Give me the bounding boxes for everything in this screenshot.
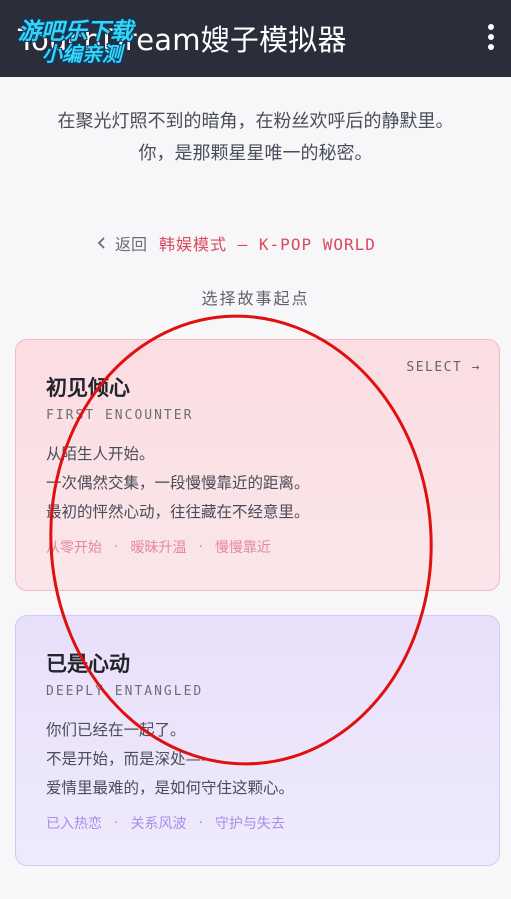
section-heading: 选择故事起点 bbox=[201, 289, 310, 308]
tag-separator: · bbox=[198, 815, 203, 831]
tag-separator: · bbox=[114, 815, 119, 831]
card-tag: 慢慢靠近 bbox=[214, 540, 271, 556]
card-tag: 从零开始 bbox=[46, 540, 102, 556]
top-app-bar: TouchDream嫂子模拟器 bbox=[0, 0, 511, 77]
card-tags: 从零开始 · 暧昧升温 · 慢慢靠近 bbox=[46, 537, 271, 557]
card-description-line: 一次偶然交集，一段慢慢靠近的距离。 bbox=[46, 474, 310, 492]
select-label: SELECT → bbox=[406, 360, 481, 375]
card-title: 初见倾心 bbox=[46, 376, 130, 400]
app-title: TouchDream嫂子模拟器 bbox=[18, 23, 347, 57]
story-card-deeply-entangled[interactable]: 已是心动 DEEPLY ENTANGLED 你们已经在一起了。 不是开始，而是深… bbox=[15, 615, 500, 866]
card-subtitle: DEEPLY ENTANGLED bbox=[46, 684, 204, 699]
back-label: 返回 bbox=[115, 235, 148, 254]
mode-label: 韩娱模式 — K-POP WORLD bbox=[159, 235, 376, 254]
card-tags: 已入热恋 · 关系风波 · 守护与失去 bbox=[46, 813, 285, 833]
card-tag: 关系风波 bbox=[130, 816, 187, 832]
intro-text: 在聚光灯照不到的暗角，在粉丝欢呼后的静默里。 你，是那颗星星唯一的秘密。 bbox=[0, 106, 511, 170]
card-description-line: 最初的怦然心动，往往藏在不经意里。 bbox=[46, 503, 310, 521]
card-title: 已是心动 bbox=[46, 652, 130, 676]
card-description: 你们已经在一起了。 不是开始，而是深处—— 爱情里最难的，是如何守住这颗心。 bbox=[46, 716, 294, 803]
card-subtitle: FIRST ENCOUNTER bbox=[46, 408, 194, 423]
intro-line-1: 在聚光灯照不到的暗角，在粉丝欢呼后的静默里。 bbox=[57, 111, 454, 132]
app-screen: TouchDream嫂子模拟器 游吧乐下载 小编亲测 在聚光灯照不到的暗角，在粉… bbox=[0, 0, 511, 899]
card-description-line: 你们已经在一起了。 bbox=[46, 721, 186, 739]
tag-separator: · bbox=[114, 539, 119, 555]
card-tag: 守护与失去 bbox=[214, 816, 285, 832]
story-card-first-encounter[interactable]: SELECT → 初见倾心 FIRST ENCOUNTER 从陌生人开始。 一次… bbox=[15, 339, 500, 591]
chevron-left-icon bbox=[97, 237, 105, 249]
card-description-line: 爱情里最难的，是如何守住这颗心。 bbox=[46, 779, 295, 797]
card-tag: 已入热恋 bbox=[46, 816, 102, 832]
card-description: 从陌生人开始。 一次偶然交集，一段慢慢靠近的距离。 最初的怦然心动，往往藏在不经… bbox=[46, 440, 310, 527]
more-vertical-icon[interactable] bbox=[480, 22, 502, 52]
card-description-line: 不是开始，而是深处—— bbox=[46, 750, 217, 768]
card-tag: 暧昧升温 bbox=[130, 540, 187, 556]
tag-separator: · bbox=[198, 539, 203, 555]
intro-line-2: 你，是那颗星星唯一的秘密。 bbox=[138, 143, 373, 164]
nav-row: 返回 韩娱模式 — K-POP WORLD bbox=[95, 230, 376, 256]
card-description-line: 从陌生人开始。 bbox=[46, 445, 155, 463]
back-button[interactable]: 返回 bbox=[95, 231, 147, 255]
